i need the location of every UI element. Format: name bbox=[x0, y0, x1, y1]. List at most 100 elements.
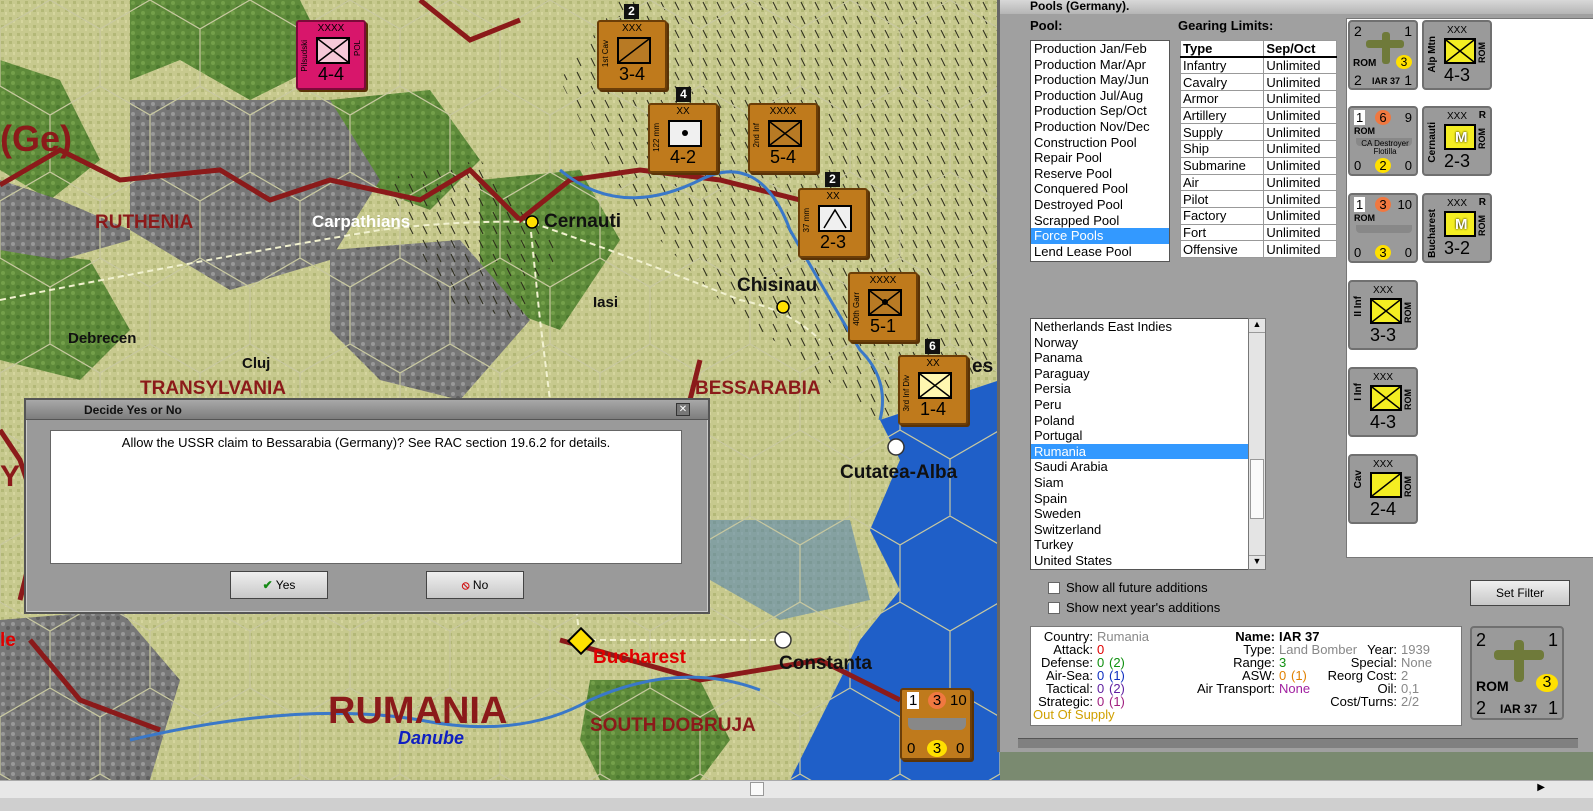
pool-list-item[interactable]: Destroyed Pool bbox=[1031, 197, 1169, 213]
naval-stat-bottom-2: 3 bbox=[1375, 245, 1391, 260]
country-list-item[interactable]: Saudi Arabia bbox=[1031, 459, 1265, 475]
country-list-item[interactable]: Persia bbox=[1031, 381, 1265, 397]
unit-strength-label: 2-3 bbox=[819, 232, 846, 252]
force-pool-unit[interactable]: XXX I Inf ROM 4-3 bbox=[1348, 367, 1418, 437]
info-cost-key: Cost/Turns: bbox=[1330, 694, 1397, 709]
country-list-scrollbar[interactable]: ▲ ▼ bbox=[1248, 318, 1266, 570]
country-list-item[interactable]: Portugal bbox=[1031, 428, 1265, 444]
naval-country-label: ROM bbox=[1354, 213, 1375, 223]
force-pool-unit[interactable]: XXX M Cernauti ROM R 2-3 bbox=[1422, 106, 1492, 176]
country-list-item[interactable]: Poland bbox=[1031, 413, 1265, 429]
pool-list[interactable]: Production Jan/Feb Production Mar/Apr Prod… bbox=[1030, 40, 1170, 262]
gearing-row: Air Unlimited bbox=[1179, 173, 1337, 192]
unit-corner-mark: R bbox=[1478, 197, 1486, 208]
no-entry-icon: ⦸ bbox=[461, 578, 470, 592]
country-list-item[interactable]: Panama bbox=[1031, 350, 1265, 366]
unit-counter-122mm[interactable]: 4 XX 122 mm 4-2 bbox=[648, 87, 718, 173]
show-next-year-checkbox[interactable] bbox=[1048, 602, 1060, 614]
info-supply-status: Out Of Supply bbox=[1033, 707, 1115, 722]
mountain-mark: M bbox=[1455, 129, 1468, 146]
gearing-limit-cell: Unlimited bbox=[1263, 156, 1337, 175]
country-list[interactable]: Netherlands East Indies Norway Panama Parag… bbox=[1030, 318, 1266, 570]
scroll-up-icon[interactable]: ▲ bbox=[1249, 319, 1265, 333]
show-future-checkbox[interactable] bbox=[1048, 582, 1060, 594]
pool-list-item[interactable]: Lend Lease Pool bbox=[1031, 244, 1169, 260]
gearing-row: Offensive Unlimited bbox=[1179, 240, 1337, 258]
hscroll-thumb[interactable] bbox=[750, 782, 764, 796]
panel-title: Pools (Germany). bbox=[1000, 0, 1593, 14]
pool-list-item[interactable]: Conquered Pool bbox=[1031, 181, 1169, 197]
unit-strength-label: 2-3 bbox=[1443, 151, 1470, 171]
country-list-item[interactable]: Switzerland bbox=[1031, 522, 1265, 538]
pool-list-item[interactable]: Production Nov/Dec bbox=[1031, 119, 1169, 135]
gearing-type-cell: Ship bbox=[1179, 140, 1265, 158]
force-pool-unit[interactable]: XXX Alp Mtn ROM 4-3 bbox=[1422, 20, 1492, 90]
gearing-row: Cavalry Unlimited bbox=[1179, 73, 1337, 92]
country-list-item[interactable]: Rumania bbox=[1031, 443, 1265, 460]
selected-unit-counter[interactable]: 2 1 ROM 3 2 IAR 37 1 bbox=[1470, 626, 1564, 720]
gearing-type-cell: Supply bbox=[1179, 123, 1265, 142]
country-list-item[interactable]: Netherlands East Indies bbox=[1031, 319, 1265, 335]
pool-list-item[interactable]: Repair Pool bbox=[1031, 150, 1169, 166]
set-filter-button[interactable]: Set Filter bbox=[1470, 580, 1570, 606]
country-list-item[interactable]: Norway bbox=[1031, 335, 1265, 351]
scroll-thumb[interactable] bbox=[1250, 459, 1264, 519]
unit-counter-3rd-inf-div[interactable]: 6 XX 3rd Inf Div 1-4 bbox=[898, 339, 968, 425]
air-stat-mid: 3 bbox=[1536, 674, 1558, 692]
game-map[interactable]: (Ge) RUTHENIA Carpathians Debrecen Cluj … bbox=[0, 0, 1000, 780]
unit-counter-1st-cav[interactable]: 2 XXX 1st Cav 3-4 bbox=[597, 4, 667, 90]
pool-list-item[interactable]: Scrapped Pool bbox=[1031, 213, 1169, 229]
unit-counter-polish-army[interactable]: XXXX Pilsudski POL 4-4 bbox=[296, 20, 366, 90]
gearing-limit-cell: Unlimited bbox=[1263, 73, 1337, 92]
unit-size-label: XXX bbox=[1372, 285, 1393, 296]
yes-button[interactable]: ✔ Yes bbox=[230, 571, 328, 599]
show-future-label: Show all future additions bbox=[1066, 580, 1208, 595]
pool-list-item[interactable]: Reserve Pool bbox=[1031, 166, 1169, 182]
pool-list-item[interactable]: Production Jan/Feb bbox=[1031, 41, 1169, 57]
region-label-rumania: RUMANIA bbox=[328, 690, 508, 732]
pool-list-item[interactable]: Production Jul/Aug bbox=[1031, 88, 1169, 104]
pool-list-item[interactable]: Production Sep/Oct bbox=[1031, 103, 1169, 119]
force-pool-unit[interactable]: 1 6 9 ROM CA Destroyer Flotilla 0 2 0 bbox=[1348, 106, 1418, 176]
country-list-item[interactable]: Peru bbox=[1031, 397, 1265, 413]
air-stat-mid: 3 bbox=[1396, 55, 1412, 69]
air-stat-top-right: 1 bbox=[1404, 23, 1412, 39]
scroll-down-icon[interactable]: ▼ bbox=[1249, 555, 1265, 569]
unit-counter-40th-garr[interactable]: XXXX 40th Garr 5-1 bbox=[848, 272, 918, 342]
country-list-item[interactable]: Spain bbox=[1031, 491, 1265, 507]
pool-list-item[interactable]: Production May/Jun bbox=[1031, 72, 1169, 88]
no-button[interactable]: ⦸ No bbox=[426, 571, 524, 599]
country-list-item[interactable]: Turkey bbox=[1031, 537, 1265, 553]
naval-stat-bottom-3: 0 bbox=[1404, 245, 1412, 260]
unit-counter-37mm[interactable]: 2 XX 37 mm 2-3 bbox=[798, 172, 868, 258]
force-pool-unit[interactable]: 2 1 ROM 3 2 IAR 37 1 bbox=[1348, 20, 1418, 90]
force-pool-unit[interactable]: XXX M Bucharest ROM R 3-2 bbox=[1422, 193, 1492, 263]
region-label-bessarabia: BESSARABIA bbox=[695, 378, 821, 399]
force-pool-unit[interactable]: XXX Cav ROM 2-4 bbox=[1348, 454, 1418, 524]
pool-label: Pool: bbox=[1030, 18, 1063, 33]
gearing-type-cell: Fort bbox=[1179, 223, 1265, 242]
unit-strength-label: 2-4 bbox=[1369, 499, 1396, 519]
pool-list-item[interactable]: Production Mar/Apr bbox=[1031, 57, 1169, 73]
map-horizontal-scrollbar[interactable]: ▶ bbox=[0, 780, 1593, 798]
force-pool-unit[interactable]: 1 3 10 ROM 0 3 0 bbox=[1348, 193, 1418, 263]
scroll-right-icon[interactable]: ▶ bbox=[1537, 782, 1545, 793]
unit-strength-label: 3-2 bbox=[1443, 238, 1470, 258]
pool-list-item[interactable]: Force Pools bbox=[1031, 228, 1169, 244]
country-list-item[interactable]: Paraguay bbox=[1031, 366, 1265, 382]
gearing-type-cell: Air bbox=[1179, 173, 1265, 192]
country-list-item[interactable]: Siam bbox=[1031, 475, 1265, 491]
pool-list-item[interactable]: Construction Pool bbox=[1031, 135, 1169, 151]
city-label-cernauti: Cernauti bbox=[544, 211, 622, 232]
country-list-item[interactable]: Sweden bbox=[1031, 506, 1265, 522]
unit-size-label: XXXX bbox=[317, 23, 345, 34]
naval-stat-bottom-1: 0 bbox=[907, 740, 916, 757]
unit-country-label: ROM bbox=[1477, 128, 1487, 149]
cavalry-symbol-icon bbox=[617, 37, 651, 64]
country-list-item[interactable]: United States bbox=[1031, 553, 1265, 569]
unit-counter-2nd-inf[interactable]: XXXX 2nd Inf 5-4 bbox=[748, 103, 818, 173]
dialog-close-icon[interactable]: ✕ bbox=[676, 403, 690, 416]
force-pool-unit[interactable]: XXX II Inf ROM 3-3 bbox=[1348, 280, 1418, 350]
naval-counter-map[interactable]: 1 3 10 0 3 0 bbox=[900, 688, 972, 760]
anti-aircraft-symbol-icon bbox=[818, 205, 852, 232]
